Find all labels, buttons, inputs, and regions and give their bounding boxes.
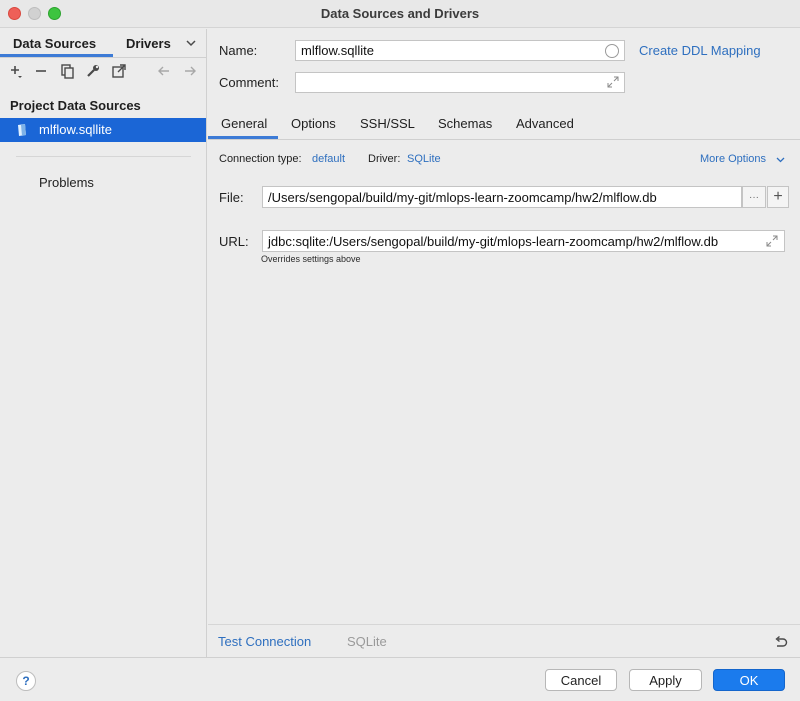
main-panel: Name: mlflow.sqllite Create DDL Mapping … bbox=[208, 29, 800, 657]
divider bbox=[0, 57, 207, 58]
more-options-link[interactable]: More Options bbox=[700, 153, 766, 165]
connection-bar: Test Connection SQLite bbox=[208, 624, 800, 657]
tab-options[interactable]: Options bbox=[291, 116, 336, 131]
url-value: jdbc:sqlite:/Users/sengopal/build/my-git… bbox=[268, 233, 719, 249]
sidebar: Data Sources Drivers Project Data Source… bbox=[0, 29, 207, 657]
data-source-label: mlflow.sqllite bbox=[39, 122, 112, 137]
tab-data-sources[interactable]: Data Sources bbox=[13, 36, 96, 51]
driver-select[interactable]: SQLite bbox=[407, 153, 441, 165]
comment-field[interactable] bbox=[295, 72, 625, 93]
connection-type-select[interactable]: default bbox=[312, 153, 345, 165]
divider bbox=[16, 156, 191, 157]
window-title: Data Sources and Drivers bbox=[320, 6, 480, 21]
tab-advanced[interactable]: Advanced bbox=[516, 116, 574, 131]
tab-drivers[interactable]: Drivers bbox=[126, 36, 171, 51]
problems-item[interactable]: Problems bbox=[39, 175, 94, 190]
driver-name-label: SQLite bbox=[347, 634, 387, 649]
chevron-down-icon[interactable] bbox=[185, 37, 197, 49]
create-ddl-mapping-link[interactable]: Create DDL Mapping bbox=[639, 43, 761, 58]
tab-bar: General Options SSH/SSL Schemas Advanced bbox=[208, 108, 800, 140]
file-label: File: bbox=[219, 190, 244, 205]
back-arrow-icon[interactable] bbox=[156, 63, 172, 79]
color-circle-icon[interactable] bbox=[605, 44, 619, 58]
section-title: Project Data Sources bbox=[10, 98, 141, 113]
dialog-footer: ? Cancel Apply OK bbox=[0, 657, 800, 701]
name-label: Name: bbox=[219, 43, 258, 58]
remove-icon[interactable] bbox=[33, 63, 49, 79]
file-path-value: /Users/sengopal/build/my-git/mlops-learn… bbox=[268, 189, 657, 205]
connection-type-label: Connection type: bbox=[219, 153, 302, 165]
cancel-button[interactable]: Cancel bbox=[545, 669, 617, 691]
sqlite-icon bbox=[18, 124, 26, 136]
apply-button[interactable]: Apply bbox=[629, 669, 702, 691]
comment-label: Comment: bbox=[219, 75, 279, 90]
title-bar: Data Sources and Drivers bbox=[0, 0, 800, 28]
file-path-field[interactable]: /Users/sengopal/build/my-git/mlops-learn… bbox=[262, 186, 742, 208]
chevron-down-icon[interactable] bbox=[776, 156, 785, 164]
test-connection-link[interactable]: Test Connection bbox=[218, 634, 311, 649]
help-button[interactable]: ? bbox=[16, 671, 36, 691]
add-icon[interactable] bbox=[8, 63, 24, 79]
overrides-note: Overrides settings above bbox=[261, 254, 361, 264]
open-external-icon[interactable] bbox=[111, 63, 127, 79]
expand-icon[interactable] bbox=[607, 76, 619, 88]
forward-arrow-icon[interactable] bbox=[182, 63, 198, 79]
url-field[interactable]: jdbc:sqlite:/Users/sengopal/build/my-git… bbox=[262, 230, 785, 252]
revert-icon[interactable] bbox=[774, 635, 788, 649]
active-tab-indicator bbox=[208, 136, 278, 139]
add-file-button[interactable]: + bbox=[767, 186, 789, 208]
tab-general[interactable]: General bbox=[221, 116, 267, 131]
name-field[interactable]: mlflow.sqllite bbox=[295, 40, 625, 61]
driver-label: Driver: bbox=[368, 153, 401, 165]
browse-button[interactable]: ··· bbox=[742, 186, 766, 208]
ok-button[interactable]: OK bbox=[713, 669, 785, 691]
url-label: URL: bbox=[219, 234, 249, 249]
tab-schemas[interactable]: Schemas bbox=[438, 116, 492, 131]
name-value: mlflow.sqllite bbox=[301, 43, 374, 58]
wrench-icon[interactable] bbox=[85, 63, 101, 79]
data-source-item[interactable]: mlflow.sqllite bbox=[0, 118, 206, 142]
tab-ssh-ssl[interactable]: SSH/SSL bbox=[360, 116, 415, 131]
expand-icon[interactable] bbox=[766, 235, 778, 247]
copy-icon[interactable] bbox=[59, 63, 75, 79]
